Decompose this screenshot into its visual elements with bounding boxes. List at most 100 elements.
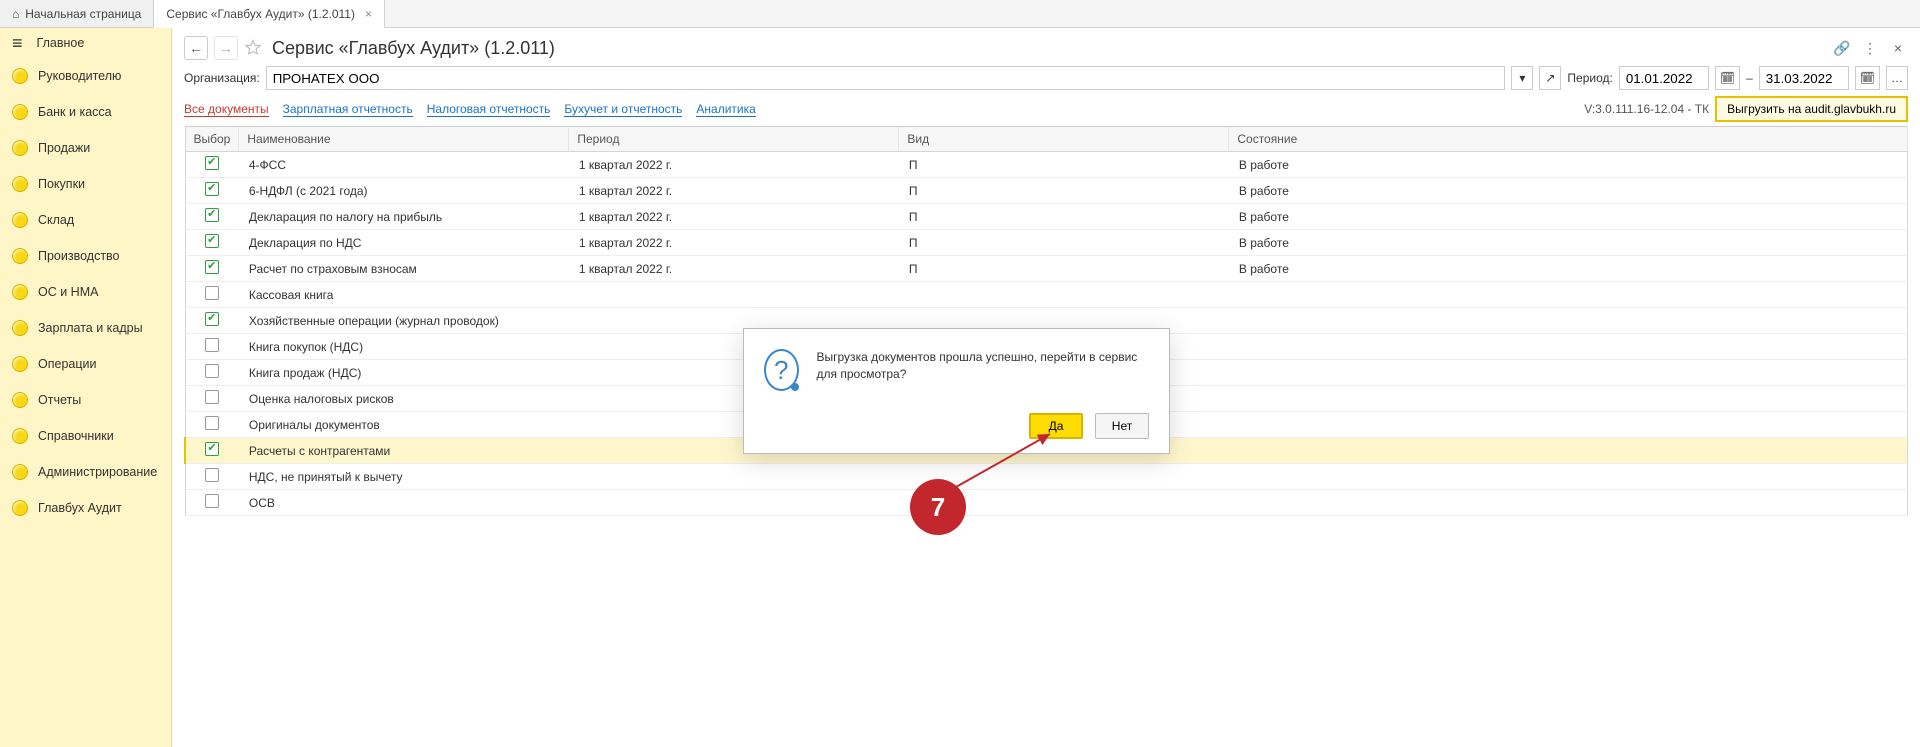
table-row[interactable]: Декларация по НДС1 квартал 2022 г.ПВ раб… xyxy=(185,230,1908,256)
row-state xyxy=(1229,438,1908,464)
row-checkbox[interactable] xyxy=(205,364,219,378)
row-name: Оригиналы документов xyxy=(239,412,569,438)
dialog-yes-button[interactable]: Да xyxy=(1029,413,1083,439)
sidebar-dot-icon xyxy=(12,284,28,300)
period-more-button[interactable]: … xyxy=(1886,66,1908,90)
filter-link-1[interactable]: Зарплатная отчетность xyxy=(283,102,413,117)
table-row[interactable]: Кассовая книга xyxy=(185,282,1908,308)
org-label: Организация: xyxy=(184,71,260,85)
dialog-text: Выгрузка документов прошла успешно, пере… xyxy=(817,349,1149,383)
th-period: Период xyxy=(569,127,899,152)
row-checkbox[interactable] xyxy=(205,260,219,274)
row-name: Декларация по НДС xyxy=(239,230,569,256)
calendar-to-icon[interactable]: 🗓 xyxy=(1855,66,1880,90)
sidebar-item-1[interactable]: Банк и касса xyxy=(0,94,171,130)
tab-active-label: Сервис «Главбух Аудит» (1.2.011) xyxy=(166,7,355,21)
upload-button[interactable]: Выгрузить на audit.glavbukh.ru xyxy=(1715,96,1908,122)
sidebar-item-label: Производство xyxy=(38,249,120,263)
tab-close-icon[interactable]: × xyxy=(365,7,372,21)
row-checkbox[interactable] xyxy=(205,494,219,508)
row-state xyxy=(1229,360,1908,386)
row-state xyxy=(1229,490,1908,516)
nav-back-button[interactable]: ← xyxy=(184,36,208,60)
org-open-button[interactable]: ↗ xyxy=(1539,66,1561,90)
nav-forward-button[interactable]: → xyxy=(214,36,238,60)
filter-link-2[interactable]: Налоговая отчетность xyxy=(427,102,551,117)
content-close-icon[interactable]: × xyxy=(1888,38,1908,58)
sidebar-item-label: Склад xyxy=(38,213,74,227)
table-row[interactable]: 4-ФСС1 квартал 2022 г.ПВ работе xyxy=(185,152,1908,178)
sidebar-item-label: ОС и НМА xyxy=(38,285,98,299)
row-checkbox[interactable] xyxy=(205,286,219,300)
tab-home-label: Начальная страница xyxy=(25,7,141,21)
sidebar-item-8[interactable]: Операции xyxy=(0,346,171,382)
row-checkbox[interactable] xyxy=(205,312,219,326)
home-icon: ⌂ xyxy=(12,7,19,21)
row-checkbox[interactable] xyxy=(205,390,219,404)
row-checkbox[interactable] xyxy=(205,468,219,482)
period-to-input[interactable] xyxy=(1759,66,1849,90)
filter-link-3[interactable]: Бухучет и отчетность xyxy=(564,102,682,117)
sidebar-item-label: Главбух Аудит xyxy=(38,501,122,515)
period-from-input[interactable] xyxy=(1619,66,1709,90)
th-name: Наименование xyxy=(239,127,569,152)
period-label: Период: xyxy=(1567,71,1612,85)
dialog-no-button[interactable]: Нет xyxy=(1095,413,1149,439)
sidebar-item-9[interactable]: Отчеты xyxy=(0,382,171,418)
sidebar-item-7[interactable]: Зарплата и кадры xyxy=(0,310,171,346)
row-checkbox[interactable] xyxy=(205,182,219,196)
sidebar-item-0[interactable]: Руководителю xyxy=(0,58,171,94)
th-state: Состояние xyxy=(1229,127,1908,152)
tab-active[interactable]: Сервис «Главбух Аудит» (1.2.011) × xyxy=(154,0,385,28)
link-icon[interactable]: 🔗 xyxy=(1832,38,1852,58)
row-kind: П xyxy=(899,152,1229,178)
org-dropdown-button[interactable]: ▾ xyxy=(1511,66,1533,90)
filter-link-0[interactable]: Все документы xyxy=(184,102,269,117)
sidebar-dot-icon xyxy=(12,356,28,372)
table-row[interactable]: 6-НДФЛ (с 2021 года)1 квартал 2022 г.ПВ … xyxy=(185,178,1908,204)
calendar-from-icon[interactable]: 🗓 xyxy=(1715,66,1740,90)
row-checkbox[interactable] xyxy=(205,156,219,170)
row-name: Книга продаж (НДС) xyxy=(239,360,569,386)
row-kind: П xyxy=(899,256,1229,282)
sidebar-item-2[interactable]: Продажи xyxy=(0,130,171,166)
row-checkbox[interactable] xyxy=(205,442,219,456)
table-row[interactable]: НДС, не принятый к вычету xyxy=(185,464,1908,490)
version-text: V:3.0.111.16-12.04 - ТК xyxy=(1584,102,1709,116)
row-period xyxy=(569,490,899,516)
sidebar-item-label: Администрирование xyxy=(38,465,157,479)
row-state xyxy=(1229,386,1908,412)
table-row[interactable]: Декларация по налогу на прибыль1 квартал… xyxy=(185,204,1908,230)
row-period: 1 квартал 2022 г. xyxy=(569,256,899,282)
sidebar-item-10[interactable]: Справочники xyxy=(0,418,171,454)
row-checkbox[interactable] xyxy=(205,234,219,248)
sidebar-item-label: Продажи xyxy=(38,141,90,155)
row-state xyxy=(1229,464,1908,490)
table-row[interactable]: ОСВ xyxy=(185,490,1908,516)
tab-home[interactable]: ⌂ Начальная страница xyxy=(0,0,154,27)
content: ← → Сервис «Главбух Аудит» (1.2.011) 🔗 ⋮… xyxy=(172,28,1920,747)
sidebar-dot-icon xyxy=(12,212,28,228)
sidebar-item-3[interactable]: Покупки xyxy=(0,166,171,202)
table-row[interactable]: Расчет по страховым взносам1 квартал 202… xyxy=(185,256,1908,282)
row-name: Кассовая книга xyxy=(239,282,569,308)
sidebar-item-4[interactable]: Склад xyxy=(0,202,171,238)
sidebar-item-11[interactable]: Администрирование xyxy=(0,454,171,490)
row-name: ОСВ xyxy=(239,490,569,516)
row-period: 1 квартал 2022 г. xyxy=(569,230,899,256)
sidebar-item-5[interactable]: Производство xyxy=(0,238,171,274)
sidebar-item-label: Зарплата и кадры xyxy=(38,321,143,335)
sidebar-item-6[interactable]: ОС и НМА xyxy=(0,274,171,310)
row-checkbox[interactable] xyxy=(205,416,219,430)
more-icon[interactable]: ⋮ xyxy=(1860,38,1880,58)
burger-icon[interactable]: ≡ Главное xyxy=(0,28,171,58)
filter-link-4[interactable]: Аналитика xyxy=(696,102,755,117)
row-checkbox[interactable] xyxy=(205,208,219,222)
sidebar-item-12[interactable]: Главбух Аудит xyxy=(0,490,171,526)
row-kind xyxy=(899,282,1229,308)
annotation-badge: 7 xyxy=(910,479,966,535)
row-checkbox[interactable] xyxy=(205,338,219,352)
org-input[interactable] xyxy=(266,66,1506,90)
star-icon[interactable] xyxy=(244,39,262,57)
sidebar-dot-icon xyxy=(12,464,28,480)
